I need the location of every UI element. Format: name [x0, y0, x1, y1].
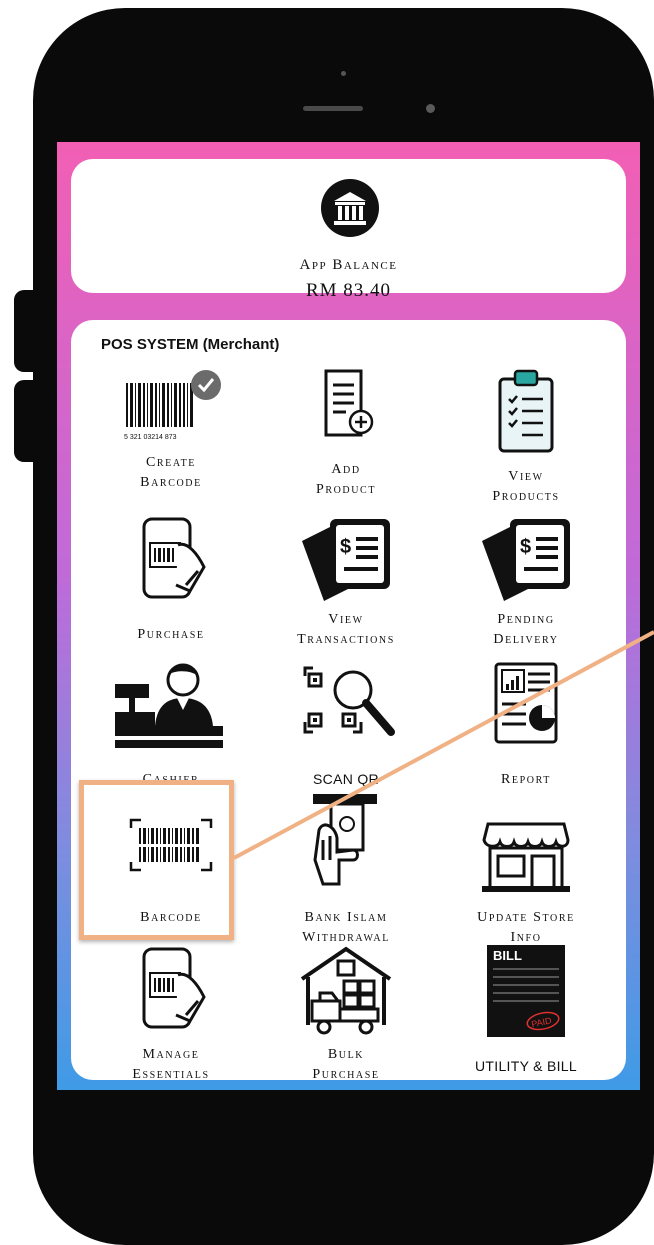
create-barcode-button[interactable]: 5 321 03214 873 Create Barcode — [91, 365, 251, 505]
bulk-purchase-label-2: Purchase — [312, 1067, 380, 1082]
cashier-icon — [115, 663, 223, 748]
volume-down-button — [14, 380, 34, 462]
pending-delivery-label-2: Delivery — [493, 632, 559, 647]
svg-text:$: $ — [520, 536, 531, 558]
view-transactions-button[interactable]: $ View Transactions — [266, 515, 426, 655]
pos-section-title: POS SYSTEM (Merchant) — [101, 336, 280, 353]
barcode-highlight-box — [79, 780, 234, 940]
app-balance-card[interactable]: App Balance RM 83.40 — [71, 159, 626, 301]
pending-delivery-label-1: Pending — [497, 612, 555, 627]
view-transactions-label-1: View — [328, 612, 364, 627]
add-product-button[interactable]: Add Product — [266, 365, 426, 505]
purchase-label: Purchase — [137, 627, 205, 642]
barcode-check-icon: 5 321 03214 873 — [124, 370, 221, 441]
qr-search-icon — [303, 666, 395, 736]
purchase-button[interactable]: Purchase — [91, 515, 251, 655]
add-product-label-2: Product — [315, 482, 377, 497]
bulk-purchase-button[interactable]: Bulk Purchase — [266, 945, 426, 1085]
manage-essentials-label-1: Manage — [142, 1047, 200, 1062]
scan-qr-label: SCAN QR — [313, 771, 379, 787]
report-label: Report — [500, 772, 551, 787]
view-products-label-1: View — [508, 469, 544, 484]
volume-up-button — [14, 290, 34, 372]
pos-system-card: POS SYSTEM (Merchant) 5 321 03214 873 Cr… — [71, 320, 626, 1082]
invoice-stack-icon: $ — [482, 519, 570, 601]
bill-header-text: BILL — [493, 948, 522, 963]
update-store-info-button[interactable]: Update Store Info — [446, 790, 606, 945]
report-button[interactable]: Report — [446, 660, 606, 800]
clipboard-checklist-icon — [498, 369, 554, 453]
invoice-stack-icon: $ — [302, 519, 390, 601]
svg-text:$: $ — [340, 536, 351, 558]
report-chart-icon — [494, 662, 558, 744]
utility-bill-label: UTILITY & BILL — [475, 1058, 577, 1074]
pending-delivery-button[interactable]: $ Pending Delivery — [446, 515, 606, 655]
add-product-label-1: Add — [331, 462, 361, 477]
phone-scan-icon — [142, 517, 206, 599]
sensor-dot — [341, 71, 346, 76]
bank-icon — [321, 179, 379, 237]
app-balance-value: RM 83.40 — [305, 280, 392, 301]
bill-paid-icon: BILL PAID — [487, 945, 565, 1037]
scan-qr-button[interactable]: SCAN QR — [266, 660, 426, 800]
app-screen: App Balance RM 83.40 POS SYSTEM (Merchan… — [57, 142, 640, 1090]
create-barcode-label-1: Create — [145, 455, 197, 470]
storefront-icon — [482, 822, 570, 892]
view-products-label-2: Products — [492, 489, 560, 504]
bulk-purchase-label-1: Bulk — [327, 1047, 365, 1062]
create-barcode-label-2: Barcode — [140, 475, 202, 490]
warehouse-truck-icon — [300, 946, 392, 1035]
bank-islam-withdrawal-button[interactable]: Bank Islam Withdrawal — [266, 790, 426, 945]
document-add-icon — [324, 369, 374, 437]
barcode-digits: 5 321 03214 873 — [124, 434, 177, 441]
view-transactions-label-2: Transactions — [297, 632, 395, 647]
manage-essentials-label-2: Essentials — [132, 1067, 210, 1082]
phone-scan-icon — [142, 947, 206, 1029]
speaker-grille — [303, 106, 363, 111]
atm-withdrawal-icon — [313, 794, 377, 886]
utility-bill-button[interactable]: BILL PAID UTILITY & BILL — [446, 945, 606, 1085]
app-balance-label: App Balance — [299, 257, 398, 273]
update-store-info-label-1: Update Store — [477, 910, 575, 925]
front-camera — [426, 104, 435, 113]
bank-islam-withdrawal-label-1: Bank Islam — [304, 910, 388, 925]
cashier-button[interactable]: Cashier — [91, 660, 251, 800]
manage-essentials-button[interactable]: Manage Essentials — [91, 945, 251, 1085]
view-products-button[interactable]: View Products — [446, 365, 606, 505]
